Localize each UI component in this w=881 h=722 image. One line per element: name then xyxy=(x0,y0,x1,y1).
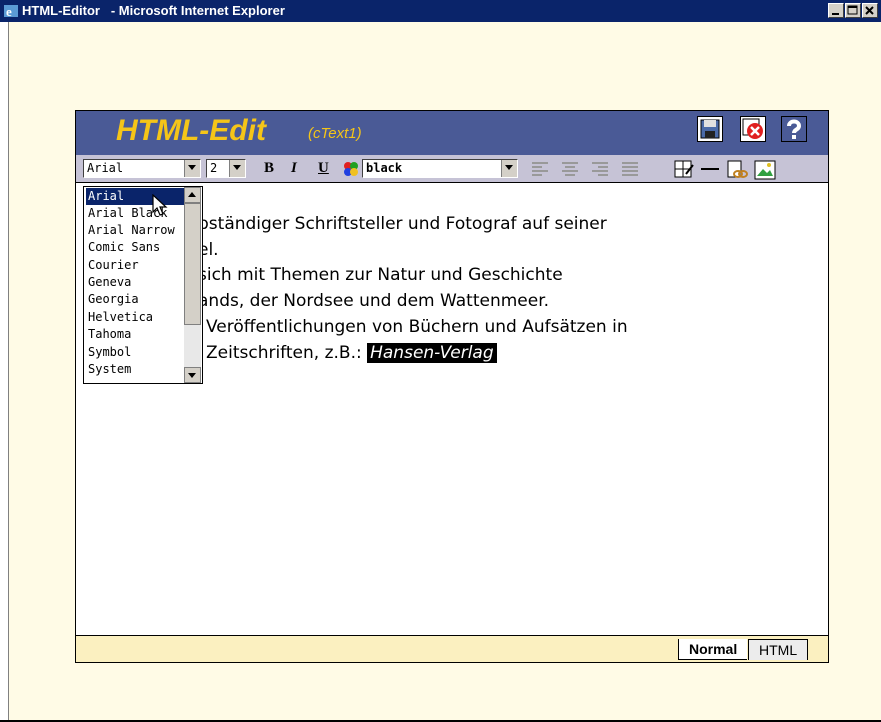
font-option[interactable]: Arial Narrow xyxy=(86,222,184,239)
tab-normal[interactable]: Normal xyxy=(678,639,748,660)
help-button[interactable] xyxy=(781,116,807,142)
font-option[interactable]: System xyxy=(86,361,184,378)
window-titlebar: e HTML-Editor - Microsoft Internet Explo… xyxy=(0,0,881,22)
size-select[interactable]: 2 xyxy=(206,159,246,178)
font-select-arrow[interactable] xyxy=(184,160,200,177)
save-icon xyxy=(700,119,720,139)
chevron-up-icon xyxy=(188,192,196,197)
scroll-thumb[interactable] xyxy=(184,203,201,325)
chevron-down-icon xyxy=(233,165,241,170)
align-right-icon[interactable] xyxy=(591,160,609,178)
size-select-arrow[interactable] xyxy=(229,160,245,177)
maximize-icon xyxy=(847,5,858,15)
font-option[interactable]: Symbol xyxy=(86,344,184,361)
horizontal-rule-icon[interactable] xyxy=(700,160,720,178)
content-line: Zeitschriften, z.B.: Hansen-Verlag xyxy=(206,343,497,363)
ie-icon: e xyxy=(4,4,18,19)
chevron-down-icon xyxy=(188,165,196,170)
minimize-button[interactable] xyxy=(828,3,844,18)
content-line: ands, der Nordsee und dem Wattenmeer. xyxy=(198,291,550,311)
chevron-down-icon xyxy=(505,165,513,170)
color-select-arrow[interactable] xyxy=(501,160,517,177)
content-text: Zeitschriften, z.B.: xyxy=(206,343,368,363)
color-select-value: black xyxy=(366,161,403,175)
color-select[interactable]: black xyxy=(362,159,518,178)
mouse-cursor-icon xyxy=(152,194,168,216)
editor-title: HTML-Edit xyxy=(116,114,266,147)
save-button[interactable] xyxy=(697,116,723,142)
cancel-button[interactable] xyxy=(740,116,766,142)
content-line: sich mit Themen zur Natur und Geschichte xyxy=(198,265,563,285)
tab-bar: Normal HTML xyxy=(76,635,828,662)
italic-button[interactable]: I xyxy=(291,160,297,177)
align-left-icon[interactable] xyxy=(531,160,549,178)
list-scrollbar[interactable] xyxy=(184,187,201,383)
font-option[interactable]: Helvetica xyxy=(86,309,184,326)
tab-html[interactable]: HTML xyxy=(748,639,809,660)
highlighted-text: Hansen-Verlag xyxy=(367,343,497,363)
window-title: HTML-Editor - Microsoft Internet Explore… xyxy=(22,3,285,18)
font-option[interactable]: Comic Sans xyxy=(86,239,184,256)
underline-button[interactable]: U xyxy=(318,160,329,177)
content-line: bständiger Schriftsteller und Fotograf a… xyxy=(198,214,607,234)
font-option[interactable]: Courier xyxy=(86,257,184,274)
font-option[interactable]: Geneva xyxy=(86,274,184,291)
close-icon xyxy=(865,6,874,15)
svg-text:e: e xyxy=(6,4,12,19)
justify-icon[interactable] xyxy=(621,160,639,178)
cancel-icon xyxy=(742,118,763,139)
image-icon[interactable] xyxy=(754,160,776,180)
minimize-icon xyxy=(832,13,839,15)
align-center-icon[interactable] xyxy=(561,160,579,178)
font-option[interactable]: Georgia xyxy=(86,291,184,308)
chevron-down-icon xyxy=(188,373,196,378)
scroll-up-button[interactable] xyxy=(184,187,201,203)
maximize-button[interactable] xyxy=(845,3,861,18)
font-select-value: Arial xyxy=(87,161,124,175)
editor-subtitle: (cText1) xyxy=(308,125,362,142)
font-dropdown-list[interactable]: Arial Arial Black Arial Narrow Comic San… xyxy=(83,186,203,384)
close-window-button[interactable] xyxy=(862,3,878,18)
size-select-value: 2 xyxy=(210,161,218,175)
content-line: Veröffentlichungen von Büchern und Aufsä… xyxy=(206,317,628,337)
font-select[interactable]: Arial xyxy=(83,159,201,178)
bold-button[interactable]: B xyxy=(264,160,274,177)
editor-header: HTML-Edit (cText1) xyxy=(76,111,828,155)
editor-toolbar: Arial 2 B I U black xyxy=(76,155,828,183)
link-icon[interactable] xyxy=(726,160,748,180)
color-palette-icon[interactable] xyxy=(342,160,360,178)
scroll-down-button[interactable] xyxy=(184,367,201,383)
table-icon[interactable] xyxy=(674,160,694,178)
font-option[interactable]: Tahoma xyxy=(86,326,184,343)
help-icon xyxy=(782,117,806,141)
